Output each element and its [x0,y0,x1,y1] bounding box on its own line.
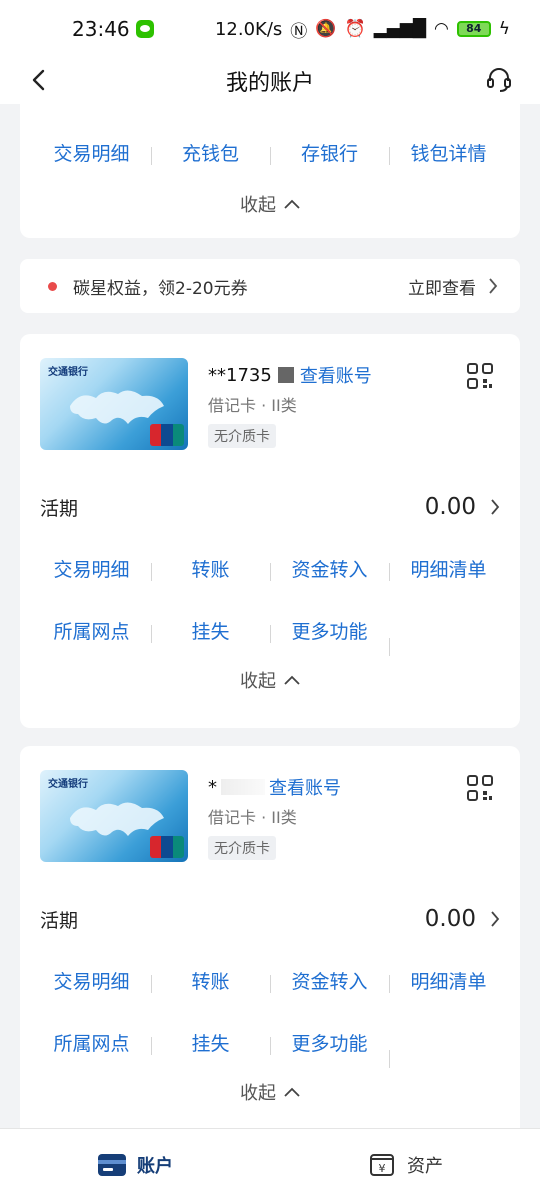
wallet-collapse-button[interactable]: 收起 [20,188,520,220]
account-actions-row-1: 交易明细 转账 资金转入 明细清单 [20,960,520,1000]
account-card: 交通银行 * 查看账号 借记卡 · II类 无介质卡 活期 0.00 交易明细 … [20,746,520,1140]
promo-banner[interactable]: 碳星权益，领2-20元券 立即查看 [20,259,520,313]
wallet-topup[interactable]: 充钱包 [151,139,270,166]
tab-assets-label: 资产 [407,1155,443,1177]
mute-icon: 🔕 [315,19,337,39]
view-account-link[interactable]: 查看账号 [269,774,341,800]
redaction-mask [221,779,265,795]
collapse-label: 收起 [240,671,276,692]
bank-logo-text: 交通银行 [48,779,88,790]
wechat-notification-icon [135,20,154,38]
report-loss-button[interactable]: 挂失 [151,1029,270,1056]
promo-text: 碳星权益，领2-20元券 [73,278,248,299]
card-type: 借记卡 · II类 [208,396,297,415]
page-header: 我的账户 [0,58,540,104]
wallet-yuan-icon: ¥ [370,1153,394,1176]
transaction-details-button[interactable]: 交易明细 [32,555,151,582]
charging-icon: ϟ [498,19,510,39]
tab-accounts-label: 账户 [137,1155,173,1177]
account-card: 交通银行 **1735 查看账号 借记卡 · II类 无介质卡 活期 0.00 … [20,334,520,728]
network-speed: 12.0K/s [214,18,283,40]
balance-label: 活期 [40,497,79,520]
balance-row[interactable]: 活期 0.00 [20,474,520,540]
account-actions-row-2: 所属网点 挂失 更多功能 [20,1022,520,1068]
card-medium-badge: 无介质卡 [208,836,276,860]
unionpay-logo [150,836,184,858]
masked-account-number: **1735 [208,364,272,386]
red-dot-icon [48,281,57,291]
promo-view-link[interactable]: 立即查看 [408,274,498,299]
more-functions-button[interactable]: 更多功能 [270,1029,389,1056]
chevron-up-icon [284,675,300,685]
battery-icon: 84 [456,21,491,37]
account-collapse-button[interactable]: 收起 [20,664,520,696]
nfc-icon: Ⓝ [290,21,308,42]
status-bar: 23:46 12.0K/s Ⓝ 🔕 ⏰ ▂▄▆█ ◠ 84 ϟ [0,0,540,58]
chevron-up-icon [284,1087,300,1097]
page-title: 我的账户 [225,71,314,96]
transfer-button[interactable]: 转账 [151,555,270,582]
unionpay-logo [150,424,184,446]
bank-card-image[interactable]: 交通银行 [40,770,188,862]
alarm-icon: ⏰ [344,19,366,39]
branch-button[interactable]: 所属网点 [32,617,151,644]
balance-value: 0.00 [424,494,476,520]
tab-assets[interactable]: ¥ 资产 [270,1129,540,1200]
card-type: 借记卡 · II类 [208,808,297,827]
transfer-button[interactable]: 转账 [151,967,270,994]
account-header: 交通银行 **1735 查看账号 借记卡 · II类 无介质卡 [20,334,520,464]
chevron-up-icon [284,199,300,209]
wallet-transaction-details[interactable]: 交易明细 [32,139,151,166]
balance-label: 活期 [40,909,79,932]
account-number: **1735 查看账号 [208,362,372,388]
qr-code-icon[interactable] [466,362,494,390]
fund-transfer-in-button[interactable]: 资金转入 [270,967,389,994]
chevron-right-icon [489,278,498,294]
account-number: * 查看账号 [208,774,341,800]
customer-service-icon[interactable] [486,66,512,94]
statement-list-button[interactable]: 明细清单 [389,555,508,582]
collapse-label: 收起 [240,195,276,216]
fund-transfer-in-button[interactable]: 资金转入 [270,555,389,582]
wallet-card: 交易明细 充钱包 存银行 钱包详情 收起 [20,104,520,238]
card-medium-badge: 无介质卡 [208,424,276,448]
status-time: 23:46 [72,17,130,41]
balance-row[interactable]: 活期 0.00 [20,886,520,952]
view-account-link[interactable]: 查看账号 [300,362,372,388]
more-functions-button[interactable]: 更多功能 [270,617,389,644]
account-actions-row-1: 交易明细 转账 资金转入 明细清单 [20,548,520,588]
promo-link-label: 立即查看 [408,278,476,299]
wifi-icon: ◠ [433,19,449,39]
report-loss-button[interactable]: 挂失 [151,617,270,644]
wallet-deposit-bank[interactable]: 存银行 [270,139,389,166]
masked-account-number: * [208,776,217,798]
collapse-label: 收起 [240,1083,276,1104]
statement-list-button[interactable]: 明细清单 [389,967,508,994]
svg-text:¥: ¥ [379,1162,386,1175]
bottom-tab-bar: 账户 ¥ 资产 [0,1128,540,1200]
balance-value: 0.00 [424,906,476,932]
account-collapse-button[interactable]: 收起 [20,1076,520,1108]
transaction-details-button[interactable]: 交易明细 [32,967,151,994]
signal-icon: ▂▄▆█ [373,19,426,39]
account-header: 交通银行 * 查看账号 借记卡 · II类 无介质卡 [20,746,520,876]
qr-code-icon[interactable] [466,774,494,802]
card-icon [98,1153,126,1176]
account-actions-row-2: 所属网点 挂失 更多功能 [20,610,520,656]
bank-card-image[interactable]: 交通银行 [40,358,188,450]
wallet-actions: 交易明细 充钱包 存银行 钱包详情 [20,132,520,172]
chevron-right-icon [491,911,500,927]
branch-button[interactable]: 所属网点 [32,1029,151,1056]
status-indicators: 12.0K/s Ⓝ 🔕 ⏰ ▂▄▆█ ◠ 84 ϟ [215,17,510,42]
bank-logo-text: 交通银行 [48,367,88,378]
chevron-right-icon [491,499,500,515]
back-arrow-icon[interactable] [28,68,52,92]
redaction-mask [277,367,294,383]
wallet-details[interactable]: 钱包详情 [389,139,508,166]
tab-accounts[interactable]: 账户 [0,1129,270,1200]
